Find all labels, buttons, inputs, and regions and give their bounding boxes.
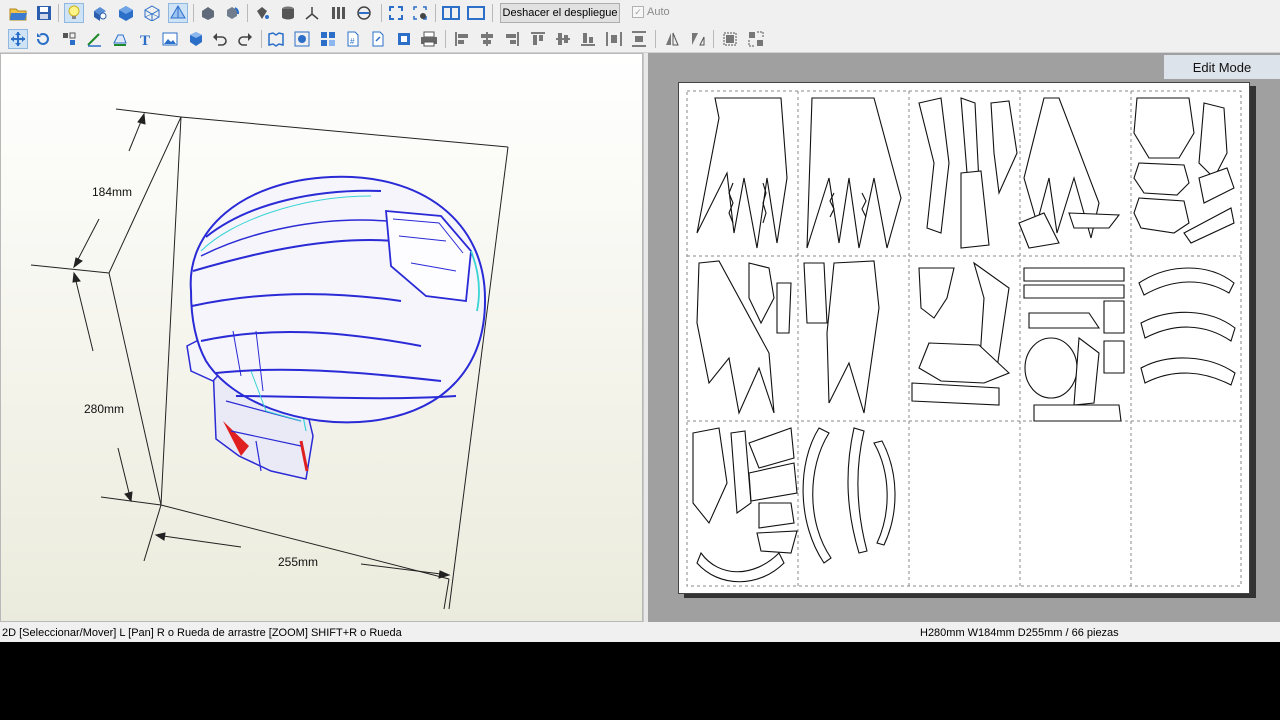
single-view-icon[interactable] xyxy=(441,3,461,23)
text-tool-icon[interactable]: T xyxy=(135,29,155,49)
align-right-icon[interactable] xyxy=(502,29,522,49)
select-move-icon[interactable] xyxy=(8,29,28,49)
rotate-part-icon[interactable] xyxy=(33,29,53,49)
edge-view-icon[interactable] xyxy=(168,3,188,23)
image-tool-icon[interactable] xyxy=(160,29,180,49)
join-parts-icon[interactable] xyxy=(292,29,312,49)
zoom-select-icon[interactable] xyxy=(410,3,430,23)
flip-v-icon[interactable] xyxy=(688,29,708,49)
page-number-icon[interactable]: # xyxy=(343,29,363,49)
light-bulb-icon[interactable] xyxy=(64,3,84,23)
ungroup-icon[interactable] xyxy=(746,29,766,49)
edit-line-icon[interactable] xyxy=(84,29,104,49)
rotate-icon[interactable] xyxy=(222,3,242,23)
status-bar: 2D [Seleccionar/Mover] L [Pan] R o Rueda… xyxy=(0,622,1280,642)
bucket-icon[interactable] xyxy=(252,3,272,23)
print-page xyxy=(678,82,1250,594)
svg-text:T: T xyxy=(140,33,150,47)
group-icon[interactable] xyxy=(720,29,740,49)
distribute-h-icon[interactable] xyxy=(604,29,624,49)
pattern-sheet[interactable] xyxy=(679,83,1249,593)
paint-bucket-icon[interactable] xyxy=(198,3,218,23)
dim-width-label: 184mm xyxy=(92,185,132,199)
auto-checkbox[interactable]: ✓ Auto xyxy=(632,6,670,18)
auto-label: Auto xyxy=(647,6,670,18)
3d-view[interactable]: 184mm 280mm 255mm xyxy=(0,53,643,622)
texture-toggle-icon[interactable] xyxy=(90,3,110,23)
flip-h-icon[interactable] xyxy=(662,29,682,49)
dim-depth-label: 255mm xyxy=(278,555,318,569)
3d-model-canvas[interactable]: 184mm 280mm 255mm xyxy=(1,54,643,622)
align-bottom-icon[interactable] xyxy=(578,29,598,49)
box-icon[interactable] xyxy=(186,29,206,49)
maximize-view-icon[interactable] xyxy=(466,3,486,23)
redo-icon[interactable] xyxy=(235,29,255,49)
distribute-v-icon[interactable] xyxy=(629,29,649,49)
fit-all-icon[interactable] xyxy=(386,3,406,23)
open-folder-icon[interactable] xyxy=(8,3,28,23)
status-summary: H280mm W184mm D255mm / 66 piezas xyxy=(920,627,1119,639)
dim-height-label: 280mm xyxy=(84,402,124,416)
screenshot-icon[interactable] xyxy=(394,29,414,49)
align-middle-icon[interactable] xyxy=(553,29,573,49)
edit-toolbar: T # xyxy=(0,26,1280,53)
print-icon[interactable] xyxy=(419,29,439,49)
export-icon[interactable] xyxy=(368,29,388,49)
svg-text:#: # xyxy=(350,37,355,46)
checkmark-icon[interactable]: ✓ xyxy=(632,6,644,18)
grid-icon[interactable] xyxy=(318,29,338,49)
axis-icon[interactable] xyxy=(302,3,322,23)
2d-view[interactable]: Edit Mode xyxy=(648,53,1280,622)
main-toolbar: Deshacer el despliegue ✓ Auto xyxy=(0,0,1280,26)
print-setup-icon[interactable] xyxy=(266,29,286,49)
columns-icon[interactable] xyxy=(328,3,348,23)
helmet-model xyxy=(186,175,487,480)
undo-unfold-button[interactable]: Deshacer el despliegue xyxy=(500,3,620,23)
flap-icon[interactable] xyxy=(110,29,130,49)
edit-mode-label[interactable]: Edit Mode xyxy=(1164,55,1280,79)
align-left-icon[interactable] xyxy=(452,29,472,49)
arrange-icon[interactable] xyxy=(59,29,79,49)
wireframe-view-icon[interactable] xyxy=(142,3,162,23)
letterbox-area xyxy=(0,642,1280,720)
status-hint: 2D [Seleccionar/Mover] L [Pan] R o Rueda… xyxy=(2,627,402,639)
solid-view-icon[interactable] xyxy=(116,3,136,23)
cylinder-icon[interactable] xyxy=(278,3,298,23)
save-icon[interactable] xyxy=(34,3,54,23)
align-center-icon[interactable] xyxy=(477,29,497,49)
align-top-icon[interactable] xyxy=(528,29,548,49)
join-icon[interactable] xyxy=(354,3,374,23)
undo-icon[interactable] xyxy=(210,29,230,49)
